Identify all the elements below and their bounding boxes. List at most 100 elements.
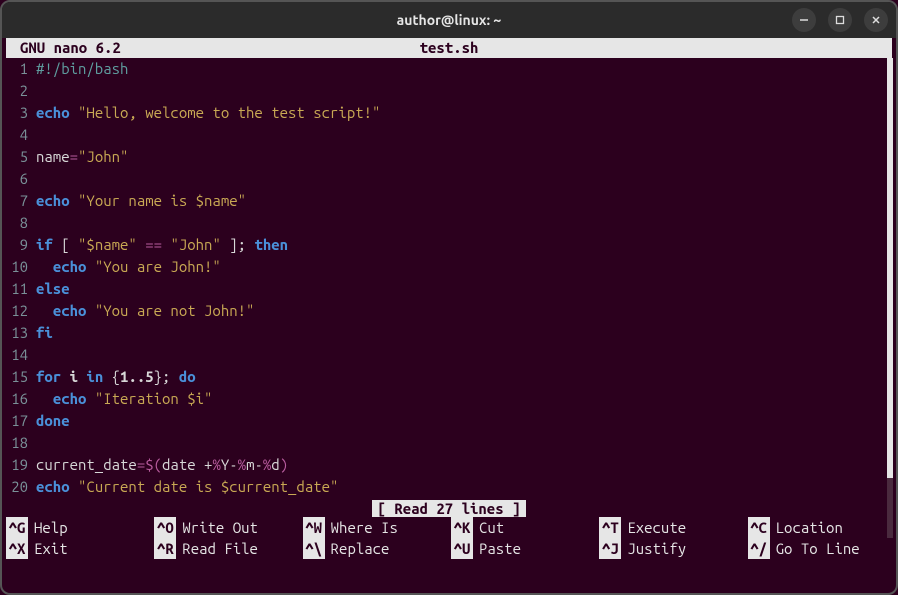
shortcut-label: Cut: [473, 517, 504, 538]
line-number: 18: [6, 432, 28, 454]
code-content[interactable]: echo "Current date is $current_date": [36, 476, 338, 498]
shortcut-key: ^\: [303, 538, 325, 559]
line-number: 14: [6, 344, 28, 366]
code-content[interactable]: #!/bin/bash: [36, 58, 128, 80]
editor-area[interactable]: 1 #!/bin/bash 23 echo "Hello, welcome to th…: [2, 58, 896, 498]
nano-header-bar: GNU nano 6.2 test.sh GNU nano 6.2: [6, 38, 892, 58]
code-line[interactable]: 20 echo "Current date is $current_date": [6, 476, 892, 498]
code-line[interactable]: 11 else: [6, 278, 892, 300]
line-number: 2: [6, 80, 28, 102]
code-content[interactable]: echo "Iteration $i": [36, 388, 212, 410]
shortcut-key: ^G: [6, 517, 28, 538]
shortcut-key: ^O: [154, 517, 176, 538]
shortcut-key: ^K: [451, 517, 473, 538]
shortcut-key: ^C: [748, 517, 770, 538]
nano-status-text: [ Read 27 lines ]: [372, 500, 527, 517]
code-line[interactable]: 2: [6, 80, 892, 102]
line-number: 3: [6, 102, 28, 124]
shortcut-label: Help: [28, 517, 68, 538]
shortcut-item: ^RRead File: [154, 538, 298, 559]
shortcut-label: Replace: [325, 538, 390, 559]
code-content[interactable]: for i in {1..5}; do: [36, 366, 196, 388]
code-line[interactable]: 18: [6, 432, 892, 454]
shortcut-label: Go To Line: [770, 538, 860, 559]
shortcut-item: ^\Replace: [303, 538, 447, 559]
shortcut-key: ^T: [599, 517, 621, 538]
code-content[interactable]: done: [36, 410, 70, 432]
terminal-scrollbar-thumb[interactable]: [887, 58, 893, 478]
code-content[interactable]: current_date=$(date +%Y-%m-%d): [36, 454, 288, 476]
code-line[interactable]: 1 #!/bin/bash: [6, 58, 892, 80]
shortcut-label: Location: [770, 517, 843, 538]
window-title: author@linux: ~: [397, 12, 502, 28]
code-content[interactable]: fi: [36, 322, 53, 344]
code-content[interactable]: name="John": [36, 146, 128, 168]
code-content[interactable]: echo "You are not John!": [36, 300, 254, 322]
window-controls: [792, 8, 888, 32]
line-number: 6: [6, 168, 28, 190]
code-line[interactable]: 3 echo "Hello, welcome to the test script…: [6, 102, 892, 124]
nano-shortcuts-bar: ^GHelp^OWrite Out^WWhere Is^KCut^TExecut…: [2, 517, 896, 561]
shortcut-key: ^R: [154, 538, 176, 559]
close-button[interactable]: [864, 8, 888, 32]
maximize-button[interactable]: [828, 8, 852, 32]
shortcut-item: ^WWhere Is: [303, 517, 447, 538]
line-number: 16: [6, 388, 28, 410]
shortcut-key: ^X: [6, 538, 28, 559]
shortcut-key: ^W: [303, 517, 325, 538]
line-number: 12: [6, 300, 28, 322]
shortcut-label: Exit: [28, 538, 68, 559]
nano-app-version: GNU nano 6.2: [10, 38, 121, 58]
code-line[interactable]: 12 echo "You are not John!": [6, 300, 892, 322]
code-line[interactable]: 6: [6, 168, 892, 190]
nano-filename: test.sh: [121, 38, 777, 58]
code-content[interactable]: else: [36, 278, 70, 300]
code-content[interactable]: echo "You are John!": [36, 256, 221, 278]
line-number: 5: [6, 146, 28, 168]
code-line[interactable]: 19current_date=$(date +%Y-%m-%d): [6, 454, 892, 476]
code-content[interactable]: if [ "$name" == "John" ]; then: [36, 234, 288, 256]
line-number: 13: [6, 322, 28, 344]
shortcut-label: Justify: [621, 538, 686, 559]
shortcut-item: ^CLocation: [748, 517, 892, 538]
line-number: 9: [6, 234, 28, 256]
line-number: 1: [6, 58, 28, 80]
line-number: 10: [6, 256, 28, 278]
shortcut-item: ^JJustify: [599, 538, 743, 559]
line-number: 15: [6, 366, 28, 388]
line-number: 4: [6, 124, 28, 146]
code-line[interactable]: 5 name="John": [6, 146, 892, 168]
code-line[interactable]: 15 for i in {1..5}; do: [6, 366, 892, 388]
code-line[interactable]: 10 echo "You are John!": [6, 256, 892, 278]
shortcut-item: ^KCut: [451, 517, 595, 538]
code-content[interactable]: echo "Hello, welcome to the test script!…: [36, 102, 380, 124]
code-line[interactable]: 4: [6, 124, 892, 146]
shortcut-item: ^/Go To Line: [748, 538, 892, 559]
line-number: 17: [6, 410, 28, 432]
window-titlebar: author@linux: ~: [2, 2, 896, 38]
shortcut-label: Where Is: [325, 517, 398, 538]
code-line[interactable]: 7 echo "Your name is $name": [6, 190, 892, 212]
code-line[interactable]: 13 fi: [6, 322, 892, 344]
code-line[interactable]: 9 if [ "$name" == "John" ]; then: [6, 234, 892, 256]
shortcut-item: ^OWrite Out: [154, 517, 298, 538]
shortcut-item: ^UPaste: [451, 538, 595, 559]
code-line[interactable]: 14: [6, 344, 892, 366]
shortcut-label: Execute: [621, 517, 686, 538]
shortcut-label: Paste: [473, 538, 521, 559]
minimize-button[interactable]: [792, 8, 816, 32]
shortcut-item: ^XExit: [6, 538, 150, 559]
line-number: 11: [6, 278, 28, 300]
shortcut-label: Write Out: [176, 517, 258, 538]
code-content[interactable]: echo "Your name is $name": [36, 190, 246, 212]
shortcut-key: ^/: [748, 538, 770, 559]
line-number: 8: [6, 212, 28, 234]
shortcut-item: ^TExecute: [599, 517, 743, 538]
code-line[interactable]: 8: [6, 212, 892, 234]
line-number: 20: [6, 476, 28, 498]
line-number: 7: [6, 190, 28, 212]
nano-status-line: [ Read 27 lines ]: [2, 500, 896, 517]
code-line[interactable]: 17 done: [6, 410, 892, 432]
code-line[interactable]: 16 echo "Iteration $i": [6, 388, 892, 410]
shortcut-label: Read File: [176, 538, 258, 559]
